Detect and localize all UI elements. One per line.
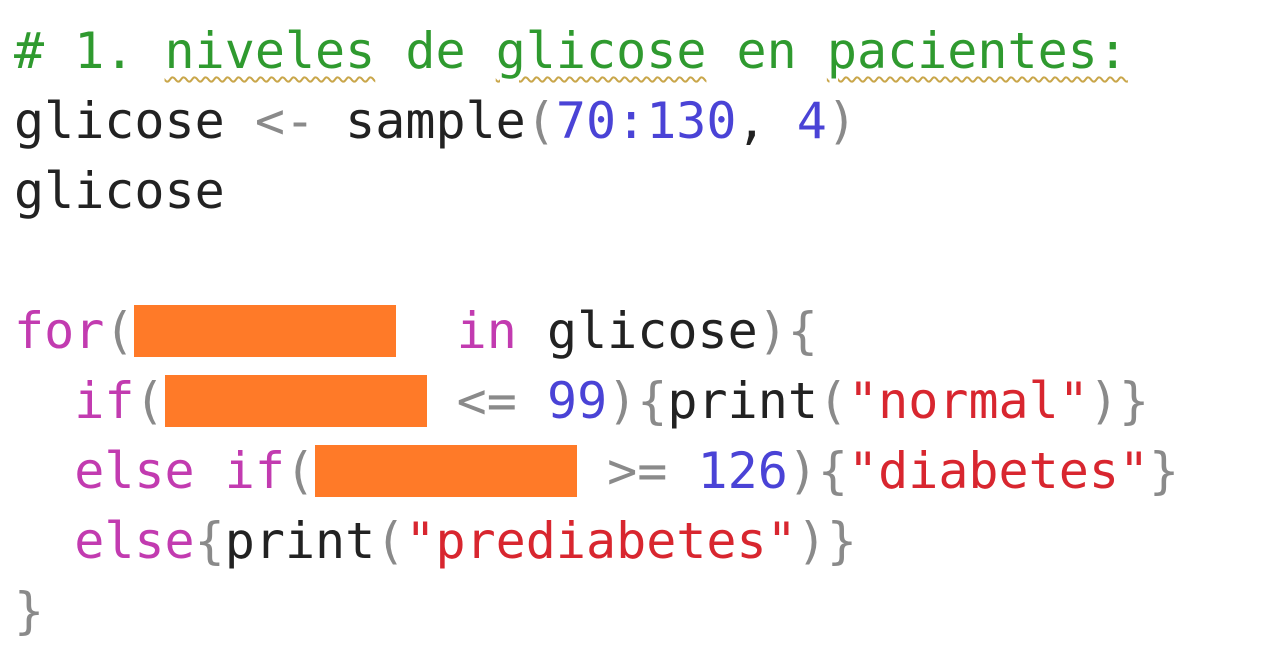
comment-word-de: de (405, 22, 466, 80)
comment-word-pacientes: pacientes: (826, 22, 1128, 80)
paren-brace-close: )} (796, 512, 857, 570)
comment-word-niveles: niveles (164, 22, 376, 80)
code-line-8: else{print("prediabetes")} (14, 506, 857, 576)
keyword-for: for (14, 302, 105, 360)
code-line-7: else if( >= 126){"diabetes"} (14, 436, 1179, 506)
comma: , (736, 92, 797, 150)
string-normal: "normal" (848, 372, 1089, 430)
redaction-block (164, 375, 427, 427)
size-literal: 4 (796, 92, 827, 150)
paren-brace-close: ){ (757, 302, 818, 360)
ge-operator: >= (607, 442, 668, 500)
paren-close: ) (826, 92, 857, 150)
code-line-2: glicose <- sample(70:130, 4) (14, 86, 857, 156)
var-glicose-print: glicose (14, 162, 225, 220)
code-line-6: if( <= 99){print("normal")} (14, 366, 1149, 436)
number-99: 99 (546, 372, 608, 430)
brace-open: { (194, 512, 225, 570)
number-126: 126 (697, 442, 788, 500)
iter-glicose: glicose (546, 302, 758, 360)
code-line-3: glicose (14, 156, 225, 226)
keyword-if: if (74, 372, 135, 430)
code-line-5: for( in glicose){ (14, 296, 818, 366)
redaction-block (315, 445, 578, 497)
assign-operator: <- (254, 92, 316, 150)
paren-open: ( (817, 372, 849, 430)
func-print: print (224, 512, 376, 570)
comment-word-glicose: glicose (495, 22, 707, 80)
brace-close: } (14, 582, 45, 640)
keyword-in: in (456, 302, 517, 360)
var-glicose: glicose (14, 92, 225, 150)
brace-close: } (1149, 442, 1180, 500)
paren-open: ( (134, 372, 165, 430)
paren-open: ( (104, 302, 135, 360)
func-print: print (667, 372, 818, 430)
code-editor[interactable]: # 1. niveles de glicose en pacientes: gl… (0, 0, 1280, 662)
keyword-else: else (74, 512, 195, 570)
paren-open: ( (525, 92, 556, 150)
comment-word-en: en (736, 22, 797, 80)
comment-hash: # (14, 22, 45, 80)
code-line-1: # 1. niveles de glicose en pacientes: (14, 16, 1128, 86)
func-sample: sample (345, 92, 526, 150)
paren-open: ( (284, 442, 316, 500)
paren-brace: ){ (607, 372, 668, 430)
redaction-block (134, 305, 397, 357)
range-literal: 70:130 (555, 92, 737, 150)
string-diabetes: "diabetes" (848, 442, 1150, 500)
paren-brace-close: )} (1088, 372, 1150, 430)
keyword-else-if: else if (74, 442, 285, 500)
comment-number: 1. (74, 22, 135, 80)
string-prediabetes: "prediabetes" (405, 512, 797, 570)
le-operator: <= (456, 372, 517, 430)
paren-brace: ){ (787, 442, 849, 500)
code-line-9: } (14, 576, 44, 646)
paren-open: ( (375, 512, 406, 570)
